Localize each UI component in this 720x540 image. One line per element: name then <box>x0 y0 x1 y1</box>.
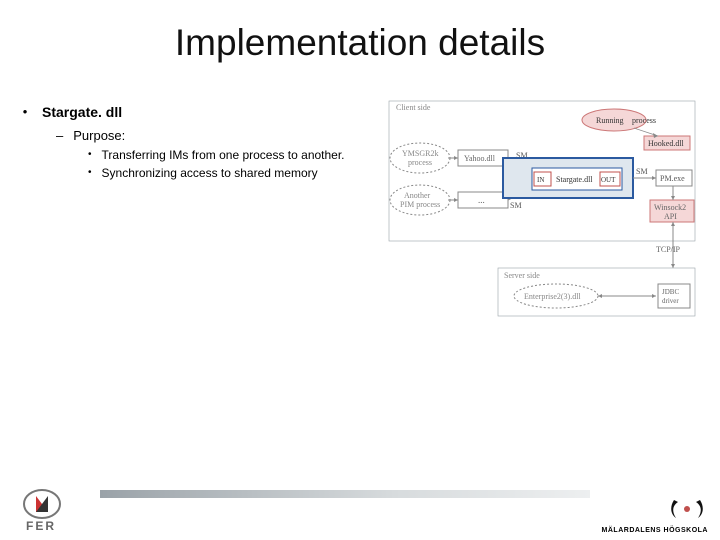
label-yahoo: Yahoo.dll <box>464 154 496 163</box>
label-jdbc: JDBC <box>662 288 679 296</box>
slide-body: • Stargate. dll – Purpose: • Transferrin… <box>22 104 382 183</box>
mdh-logo <box>668 496 706 522</box>
bullet-l1-text: Stargate. dll <box>42 104 122 120</box>
bullet-l3b-text: Synchronizing access to shared memory <box>102 165 318 181</box>
label-winsock: Winsock2 <box>654 203 686 212</box>
label-pm: PM.exe <box>660 174 685 183</box>
bullet-l2: – Purpose: <box>56 128 382 143</box>
label-sm2: SM <box>510 201 522 210</box>
label-another2: PIM process <box>400 200 440 209</box>
bullet-dot: • <box>22 104 28 120</box>
label-api: API <box>664 212 677 221</box>
label-another: Another <box>404 191 431 200</box>
architecture-diagram: Client side Running process Hooked.dll Y… <box>388 100 696 324</box>
fer-logo: FER <box>18 486 76 534</box>
bullet-l1: • Stargate. dll <box>22 104 382 120</box>
label-ymsg2: process <box>408 158 432 167</box>
mdh-text: MÄLARDALENS HÖGSKOLA <box>602 527 708 534</box>
bullet-dot-small: • <box>88 147 92 163</box>
slide-footer: FER MÄLARDALENS HÖGSKOLA <box>0 478 720 540</box>
slide: Implementation details • Stargate. dll –… <box>0 0 720 540</box>
label-server-side: Server side <box>504 271 540 280</box>
label-stargate: Stargate.dll <box>556 175 593 184</box>
svg-text:...: ... <box>478 195 485 205</box>
label-ymsg: YMSGR2k <box>402 149 438 158</box>
label-running: Running <box>596 116 624 125</box>
bullet-l3b: • Synchronizing access to shared memory <box>88 165 382 181</box>
label-client-side: Client side <box>396 103 431 112</box>
label-enterprise: Enterprise2(3).dll <box>524 292 581 301</box>
bullet-dot-small: • <box>88 165 92 181</box>
fer-text: FER <box>26 519 56 533</box>
bullet-dash: – <box>56 128 63 143</box>
footer-divider <box>100 490 590 498</box>
bullet-l3a-text: Transferring IMs from one process to ano… <box>102 147 345 163</box>
label-in: IN <box>537 176 544 184</box>
label-driver: driver <box>662 297 679 305</box>
label-tcpip: TCP/IP <box>656 245 681 254</box>
bullet-l2-text: Purpose: <box>73 128 125 143</box>
label-hooked: Hooked.dll <box>648 139 685 148</box>
label-sm3: SM <box>636 167 648 176</box>
bullet-l3a: • Transferring IMs from one process to a… <box>88 147 382 163</box>
slide-title: Implementation details <box>0 22 720 64</box>
label-out: OUT <box>601 176 616 184</box>
label-process: process <box>632 116 656 125</box>
